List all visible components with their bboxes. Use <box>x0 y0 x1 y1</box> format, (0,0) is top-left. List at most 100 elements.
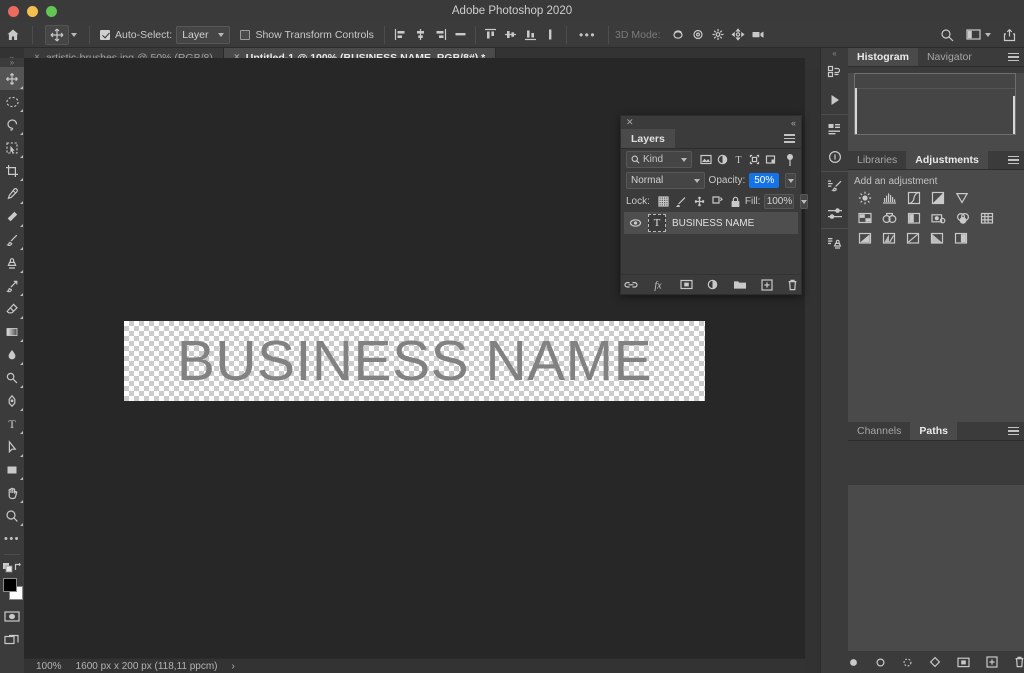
panel-menu-icon[interactable] <box>1008 151 1024 169</box>
show-transform-controls-checkbox[interactable]: Show Transform Controls <box>236 22 377 48</box>
share-icon[interactable] <box>1003 28 1016 42</box>
layer-filter-kind-select[interactable]: Kind <box>626 151 692 168</box>
filter-shape-icon[interactable] <box>749 154 760 165</box>
distribute-horizontal-icon[interactable] <box>451 25 470 45</box>
opacity-stepper[interactable] <box>785 173 796 188</box>
lock-transparent-pixels-icon[interactable] <box>658 196 669 207</box>
tool-rectangle[interactable] <box>0 458 24 481</box>
blend-mode-select[interactable]: Normal <box>626 172 705 189</box>
panel-menu-icon[interactable] <box>784 129 801 148</box>
fill-path-icon[interactable] <box>848 657 859 668</box>
default-colors-icon[interactable] <box>0 559 24 575</box>
channel-mixer-icon[interactable] <box>956 212 970 225</box>
history-icon[interactable] <box>824 62 846 82</box>
tool-clone-stamp[interactable] <box>0 251 24 274</box>
layers-panel-titlebar[interactable]: ✕ « <box>621 116 801 129</box>
close-icon[interactable]: ✕ <box>626 117 634 128</box>
roll-3d-icon[interactable] <box>689 25 708 45</box>
fill-input[interactable]: 100% <box>764 194 794 209</box>
lock-artboard-nesting-icon[interactable] <box>712 196 723 207</box>
fill-stepper[interactable] <box>800 194 808 209</box>
tool-zoom[interactable] <box>0 504 24 527</box>
status-expand-arrow[interactable]: › <box>232 661 235 672</box>
photo-filter-icon[interactable] <box>931 212 946 225</box>
align-bottom-edges-icon[interactable] <box>521 25 540 45</box>
status-zoom-level[interactable]: 100% <box>36 661 62 672</box>
foreground-color-swatch[interactable] <box>3 578 17 592</box>
new-path-icon[interactable] <box>986 656 998 668</box>
chevron-down-icon[interactable] <box>71 33 77 37</box>
vibrance-icon[interactable] <box>955 191 969 205</box>
tab-histogram[interactable]: Histogram <box>848 48 918 66</box>
exposure-icon[interactable] <box>931 191 945 205</box>
layers-list[interactable]: T BUSINESS NAME <box>621 212 801 273</box>
color-balance-icon[interactable] <box>882 212 897 225</box>
brush-settings-icon[interactable] <box>824 176 846 196</box>
color-swatches[interactable] <box>0 577 24 605</box>
tool-pen[interactable] <box>0 389 24 412</box>
tool-spot-healing-brush[interactable] <box>0 205 24 228</box>
tab-navigator[interactable]: Navigator <box>918 48 981 66</box>
align-horizontal-centers-icon[interactable] <box>411 25 430 45</box>
brightness-contrast-icon[interactable] <box>858 191 872 205</box>
filter-pixel-icon[interactable] <box>700 154 712 165</box>
tab-layers[interactable]: Layers <box>621 129 675 148</box>
tool-edit-toolbar[interactable]: ••• <box>0 527 24 550</box>
filter-type-icon[interactable]: T <box>733 154 744 165</box>
gradient-map-icon[interactable] <box>930 232 944 245</box>
zoom-3d-camera-icon[interactable] <box>749 25 768 45</box>
dock-handle[interactable]: « <box>821 48 848 58</box>
tool-gradient[interactable] <box>0 320 24 343</box>
tool-dodge[interactable] <box>0 366 24 389</box>
show-transform-checkbox-box[interactable] <box>240 30 250 40</box>
adjustments-sliders-icon[interactable] <box>824 204 846 224</box>
actions-play-icon[interactable] <box>824 90 846 110</box>
document-canvas[interactable]: BUSINESS NAME <box>124 321 705 401</box>
collapse-icon[interactable]: « <box>791 118 796 128</box>
eye-icon[interactable] <box>629 218 642 228</box>
tool-preset-picker[interactable] <box>39 25 83 45</box>
stroke-path-icon[interactable] <box>875 657 886 668</box>
tool-history-brush[interactable] <box>0 274 24 297</box>
layer-thumbnail-type[interactable]: T <box>648 214 666 232</box>
more-options-button[interactable]: ••• <box>573 28 602 42</box>
auto-select-checkbox-box[interactable] <box>100 30 110 40</box>
info-icon[interactable] <box>824 147 846 167</box>
tab-libraries[interactable]: Libraries <box>848 151 906 169</box>
chevron-down-icon[interactable] <box>694 179 700 183</box>
move-tool-icon[interactable] <box>45 25 69 45</box>
new-group-icon[interactable] <box>733 279 747 290</box>
lock-image-pixels-icon[interactable] <box>676 196 687 207</box>
chevron-down-icon[interactable] <box>681 158 687 162</box>
tool-brush[interactable] <box>0 228 24 251</box>
chevron-down-icon[interactable] <box>985 33 991 37</box>
tool-horizontal-type[interactable]: T <box>0 412 24 435</box>
tool-crop[interactable] <box>0 159 24 182</box>
tool-object-selection[interactable] <box>0 136 24 159</box>
distribute-vertical-icon[interactable] <box>541 25 560 45</box>
tab-adjustments[interactable]: Adjustments <box>906 151 988 169</box>
home-icon[interactable] <box>0 28 26 42</box>
auto-select-scope-select[interactable]: Layer <box>176 26 230 44</box>
curves-icon[interactable] <box>907 191 921 205</box>
tool-blur[interactable] <box>0 343 24 366</box>
tool-eraser[interactable] <box>0 297 24 320</box>
screen-mode-icon[interactable] <box>0 628 24 651</box>
panel-menu-icon[interactable] <box>1008 48 1024 66</box>
threshold-icon[interactable] <box>906 232 920 245</box>
filter-adjustment-icon[interactable] <box>717 154 728 165</box>
posterize-icon[interactable] <box>882 232 896 245</box>
search-icon[interactable] <box>940 28 954 42</box>
tool-move[interactable] <box>0 67 24 90</box>
auto-select-checkbox[interactable]: Auto-Select: <box>96 22 176 48</box>
tool-hand[interactable] <box>0 481 24 504</box>
align-left-edges-icon[interactable] <box>391 25 410 45</box>
quick-mask-icon[interactable] <box>0 605 24 628</box>
color-lookup-icon[interactable] <box>980 212 994 225</box>
filter-smart-object-icon[interactable] <box>765 154 776 165</box>
chevron-down-icon[interactable] <box>218 33 224 37</box>
tools-panel-handle[interactable]: » <box>0 58 24 67</box>
slide-3d-icon[interactable] <box>729 25 748 45</box>
pan-3d-icon[interactable] <box>709 25 728 45</box>
make-work-path-icon[interactable] <box>929 656 941 668</box>
